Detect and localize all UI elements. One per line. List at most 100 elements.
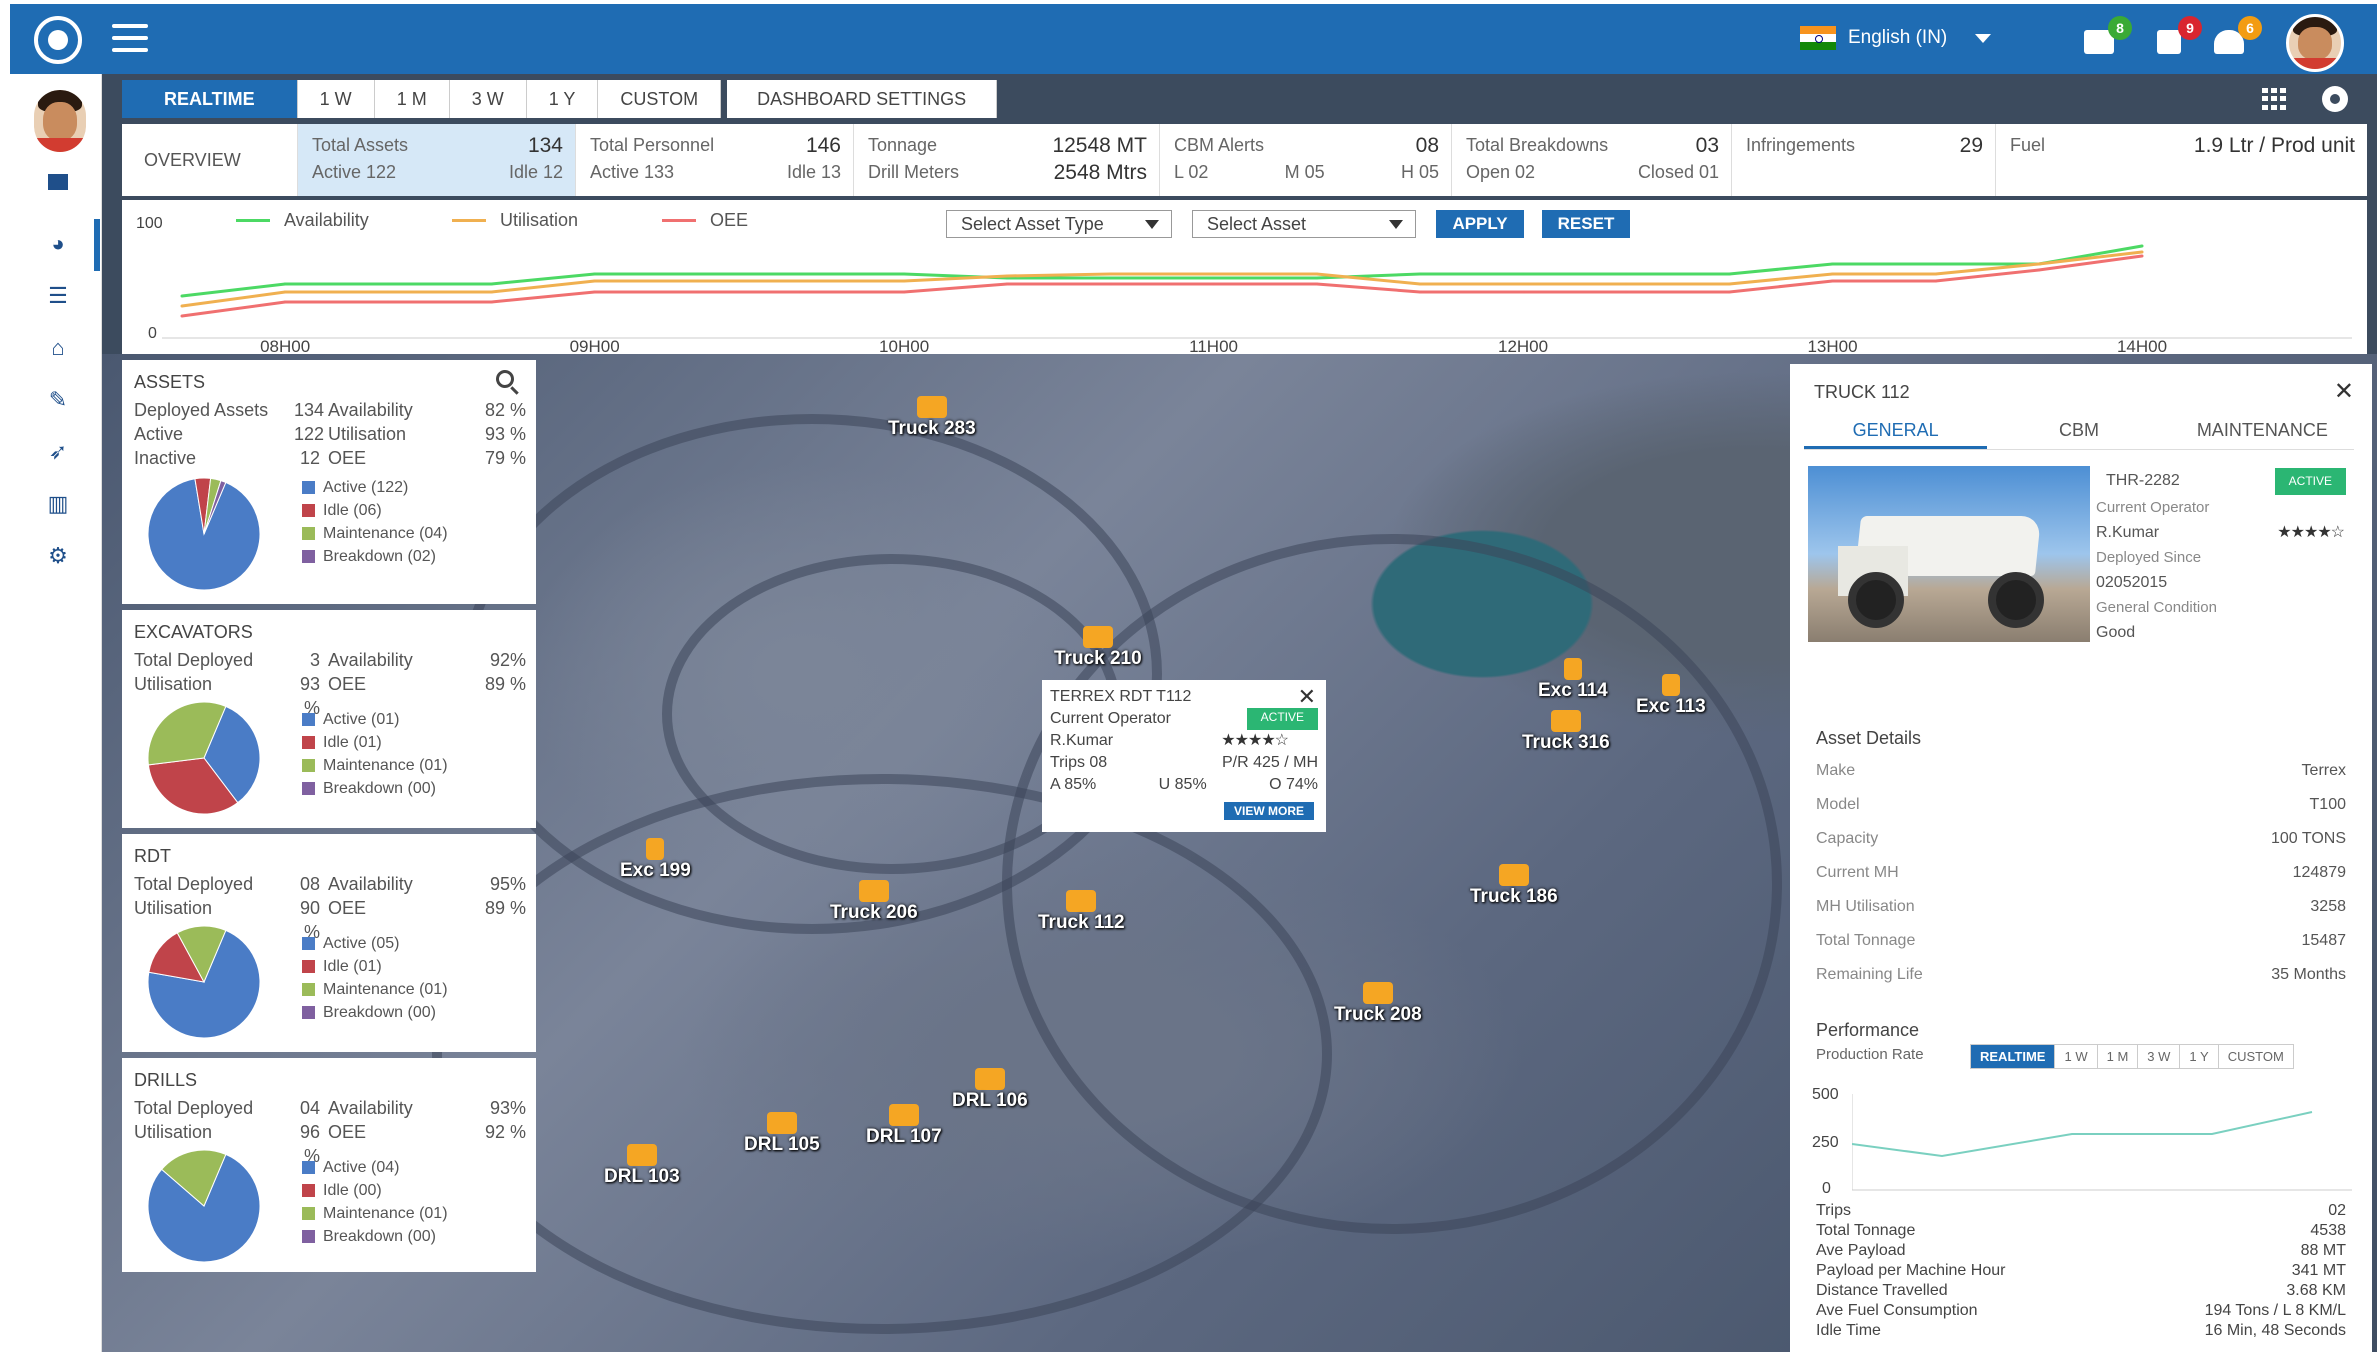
asset-select[interactable]: Select Asset xyxy=(1192,210,1416,238)
condition-value: Good xyxy=(2096,624,2136,641)
tab-custom[interactable]: CUSTOM xyxy=(598,80,722,118)
perf-tab-1w[interactable]: 1 W xyxy=(2055,1045,2098,1068)
home-icon[interactable]: ⌂ xyxy=(46,336,70,360)
messages-icon[interactable]: 8 xyxy=(2084,16,2132,54)
view-more-button[interactable]: VIEW MORE xyxy=(1223,802,1314,820)
data-point xyxy=(593,279,597,283)
detail-label: Make xyxy=(1816,762,1856,779)
stat-label: Availability xyxy=(328,1098,413,1118)
tab-maintenance[interactable]: MAINTENANCE xyxy=(2171,414,2354,449)
user-avatar[interactable] xyxy=(2286,14,2344,72)
data-point xyxy=(593,290,597,294)
toggle-icon[interactable] xyxy=(2322,86,2348,112)
perf-tab-custom[interactable]: CUSTOM xyxy=(2219,1045,2293,1068)
search-icon[interactable] xyxy=(496,370,514,388)
list-icon[interactable]: ☰ xyxy=(46,284,70,308)
map-marker-truck-112[interactable]: Truck 112 xyxy=(1038,890,1125,934)
map-marker-exc-199[interactable]: Exc 199 xyxy=(620,838,691,882)
personnel-label: Total Personnel xyxy=(590,135,715,155)
map-marker-truck-316[interactable]: Truck 316 xyxy=(1522,710,1610,754)
hamburger-menu-icon[interactable] xyxy=(112,24,148,52)
perf-tab-1y[interactable]: 1 Y xyxy=(2180,1045,2219,1068)
tab-1y[interactable]: 1 Y xyxy=(526,80,599,118)
perf-y-tick: 500 xyxy=(1812,1086,1839,1103)
stat-label: Total Deployed xyxy=(134,874,254,894)
map-marker-truck-283[interactable]: Truck 283 xyxy=(888,396,976,440)
grid-icon[interactable] xyxy=(2262,88,2288,110)
documents-icon[interactable]: 9 xyxy=(2154,16,2202,54)
map-marker-drl-103[interactable]: DRL 103 xyxy=(604,1144,680,1188)
panel-toggle-icon[interactable] xyxy=(46,170,70,194)
stat-label: Active xyxy=(134,424,184,444)
data-point xyxy=(1418,272,1422,276)
map-marker-truck-208[interactable]: Truck 208 xyxy=(1334,982,1422,1026)
legend-label: Availability xyxy=(284,210,369,230)
deployed-date: 02052015 xyxy=(2096,574,2168,591)
data-point xyxy=(1624,282,1628,286)
close-icon[interactable]: ✕ xyxy=(2334,380,2354,404)
map-marker-truck-186[interactable]: Truck 186 xyxy=(1470,864,1558,908)
close-icon[interactable]: ✕ xyxy=(1298,686,1316,708)
tab-3w[interactable]: 3 W xyxy=(449,80,527,118)
deployed-label: Deployed Since xyxy=(2096,549,2202,566)
report-chart-icon[interactable]: ▥ xyxy=(46,492,70,516)
marker-label: Exc 114 xyxy=(1538,680,1608,701)
legend-item: Idle (01) xyxy=(302,955,448,978)
map-marker-exc-114[interactable]: Exc 114 xyxy=(1538,658,1608,702)
bell-icon[interactable]: 6 xyxy=(2214,16,2262,54)
language-selector[interactable]: English (IN) xyxy=(1800,26,1992,50)
perf-tab-3w[interactable]: 3 W xyxy=(2138,1045,2181,1068)
drill-icon xyxy=(888,1104,919,1126)
stat-label: Availability xyxy=(328,874,413,894)
perf-stat-label: Distance Travelled xyxy=(1816,1282,1948,1299)
tab-1w[interactable]: 1 W xyxy=(297,80,375,118)
status-badge: ACTIVE xyxy=(2274,468,2346,495)
legend-item: Maintenance (04) xyxy=(302,522,448,545)
oee-trend-chart: 100 0 08H00 09H00 10H00 11H00 12H00 13H00 14H00 … xyxy=(122,200,2367,354)
gear-icon[interactable]: ⚙ xyxy=(46,544,70,568)
fuel-value: 1.9 Ltr / Prod unit xyxy=(2193,134,2355,157)
total-personnel-cell[interactable]: Total Personnel 146 Active 133 Idle 13 xyxy=(576,124,854,196)
legend-item: Active (05) xyxy=(302,932,448,955)
asset-type-select[interactable]: Select Asset Type xyxy=(946,210,1172,238)
reset-button[interactable]: RESET xyxy=(1542,210,1630,238)
map-marker-exc-113[interactable]: Exc 113 xyxy=(1636,674,1706,718)
cbm-alerts-cell[interactable]: CBM Alerts 08 L 02 M 05 H 05 xyxy=(1160,124,1452,196)
legend-availability: Availability xyxy=(236,210,369,231)
marker-label: Exc 113 xyxy=(1636,696,1706,717)
tab-general[interactable]: GENERAL xyxy=(1804,414,1988,449)
legend-label: Maintenance (01) xyxy=(323,981,448,998)
apply-button[interactable]: APPLY xyxy=(1436,210,1524,238)
stat-label: OEE xyxy=(328,448,367,468)
stat-value: 3 xyxy=(309,650,320,670)
top-navbar: English (IN) 8 9 6 xyxy=(10,4,2377,74)
tab-cbm[interactable]: CBM xyxy=(1987,414,2170,449)
total-assets-cell[interactable]: Total Assets 134 Active 122 Idle 12 xyxy=(298,124,576,196)
map-marker-truck-210[interactable]: Truck 210 xyxy=(1054,626,1142,670)
sidebar-avatar[interactable] xyxy=(34,90,86,152)
popup-trips: Trips 08 xyxy=(1050,754,1108,771)
map-marker-drl-107[interactable]: DRL 107 xyxy=(866,1104,942,1148)
perf-tab-1m[interactable]: 1 M xyxy=(2098,1045,2139,1068)
map-marker-drl-106[interactable]: DRL 106 xyxy=(952,1068,1028,1112)
dashboard-settings-button[interactable]: DASHBOARD SETTINGS xyxy=(727,80,998,118)
rocket-icon[interactable]: ➶ xyxy=(46,440,70,464)
breakdowns-cell[interactable]: Total Breakdowns 03 Open 02 Closed 01 xyxy=(1452,124,1732,196)
tab-realtime[interactable]: REALTIME xyxy=(122,80,298,118)
dashboard-icon[interactable]: ◕ xyxy=(46,232,70,256)
tab-1m[interactable]: 1 M xyxy=(374,80,450,118)
map-marker-drl-105[interactable]: DRL 105 xyxy=(744,1112,820,1156)
data-point xyxy=(489,290,493,294)
map-marker-truck-206[interactable]: Truck 206 xyxy=(830,880,918,924)
perf-stat-value: 16 Min, 48 Seconds xyxy=(2204,1322,2346,1339)
infringements-cell[interactable]: Infringements 29 xyxy=(1732,124,1996,196)
wrench-icon[interactable]: ✎ xyxy=(46,388,70,412)
excavators-panel: EXCAVATORS Total Deployed 3 Availability 92… xyxy=(122,610,536,828)
stat-value: 93 % xyxy=(484,424,526,444)
assets-stats: Deployed Assets 134 Availability 82 % Activ… xyxy=(122,398,536,470)
fuel-cell[interactable]: Fuel 1.9 Ltr / Prod unit xyxy=(1996,124,2367,196)
perf-tab-realtime[interactable]: REALTIME xyxy=(1971,1045,2056,1068)
legend-label: Maintenance (01) xyxy=(323,757,448,774)
app-logo[interactable] xyxy=(34,16,82,64)
tonnage-cell[interactable]: Tonnage 12548 MT Drill Meters 2548 Mtrs xyxy=(854,124,1160,196)
